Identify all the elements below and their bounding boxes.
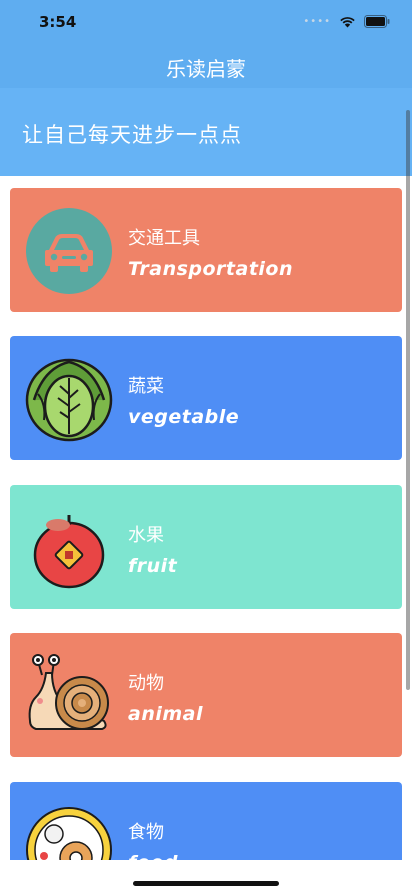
category-name-en: Transportation — [128, 258, 294, 280]
category-card-animal[interactable]: 动物 animal — [10, 633, 402, 757]
category-name-zh: 交通工具 — [128, 228, 200, 249]
snail-icon — [24, 651, 114, 741]
card-text: 蔬菜 vegetable — [128, 372, 239, 428]
category-name-en: fruit — [128, 555, 178, 577]
wifi-icon — [339, 16, 356, 28]
scrollbar[interactable] — [406, 110, 410, 690]
category-card-vegetable[interactable]: 蔬菜 vegetable — [10, 336, 402, 460]
motto-banner: 让自己每天进步一点点 — [0, 88, 412, 176]
apple-icon — [24, 503, 114, 593]
category-name-en: animal — [128, 703, 203, 725]
home-indicator[interactable] — [133, 881, 279, 886]
category-card-transportation[interactable]: 交通工具 Transportation — [10, 188, 402, 312]
card-text: 交通工具 Transportation — [128, 224, 293, 280]
category-name-zh: 动物 — [128, 673, 164, 694]
status-bar: 3:54 •••• — [0, 0, 412, 44]
category-card-fruit[interactable]: 水果 fruit — [10, 485, 402, 609]
battery-icon — [364, 15, 390, 28]
card-text: 动物 animal — [128, 669, 203, 725]
category-name-zh: 食物 — [128, 822, 164, 843]
card-text: 水果 fruit — [128, 521, 177, 577]
category-name-zh: 水果 — [128, 525, 164, 546]
car-icon — [24, 206, 114, 296]
status-time: 3:54 — [39, 13, 77, 31]
cabbage-icon — [24, 354, 114, 444]
page-title: 乐读启蒙 — [166, 57, 246, 81]
bottom-safe-area — [0, 860, 412, 894]
cellular-signal-icon: •••• — [303, 16, 331, 27]
motto-text: 让自己每天进步一点点 — [22, 123, 242, 147]
category-name-zh: 蔬菜 — [128, 376, 164, 397]
nav-bar: 乐读启蒙 — [0, 44, 412, 88]
category-name-en: vegetable — [128, 406, 240, 428]
status-icons: •••• — [303, 15, 390, 28]
